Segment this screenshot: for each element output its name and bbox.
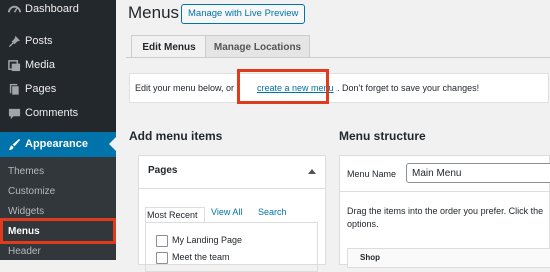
notice-text-after: . Don’t forget to save your changes! <box>337 83 480 93</box>
sidebar-item-appearance[interactable]: Appearance <box>0 132 116 157</box>
notice-text: Edit your menu below, or <box>135 83 235 93</box>
submenu-item-header[interactable]: Header <box>8 246 41 257</box>
dashboard-icon <box>7 2 21 16</box>
media-icon <box>7 58 21 72</box>
sidebar-item-posts[interactable]: Posts <box>0 29 116 54</box>
tab-divider <box>126 57 550 58</box>
sidebar-item-pages[interactable]: Pages <box>0 77 116 102</box>
page-label: My Landing Page <box>172 235 243 245</box>
menu-structure-heading: Menu structure <box>339 129 426 143</box>
drag-help-text: Drag the items into the order you prefer… <box>347 206 544 216</box>
page-title: Menus <box>128 3 180 22</box>
page-checkbox[interactable] <box>156 252 168 264</box>
sidebar-item-label: Pages <box>25 83 57 95</box>
page-checkbox[interactable] <box>156 235 168 247</box>
menu-structure-panel: Menu Name Main Menu Drag the items into … <box>339 155 550 268</box>
pages-panel: Pages Most Recent View All Search My Lan… <box>138 155 326 272</box>
tab-manage-locations[interactable]: Manage Locations <box>205 35 310 58</box>
comment-icon <box>7 106 21 120</box>
sidebar-item-comments[interactable]: Comments <box>0 101 116 126</box>
pages-panel-header[interactable]: Pages <box>139 156 325 189</box>
drag-help-text-2: options. <box>347 219 379 229</box>
submenu-item-widgets[interactable]: Widgets <box>8 206 44 217</box>
add-menu-items-heading: Add menu items <box>129 129 223 143</box>
sidebar-item-media[interactable]: Media <box>0 53 116 78</box>
caret-up-icon <box>308 169 316 174</box>
menu-item-shop[interactable]: Shop <box>347 248 550 268</box>
sidebar-item-label: Comments <box>25 107 79 119</box>
panel-divider <box>340 191 550 192</box>
most-recent-panel: My Landing Page Meet the team <box>145 222 318 272</box>
pin-icon <box>7 34 21 48</box>
subtab-view-all[interactable]: View All <box>211 207 242 217</box>
current-menu-arrow <box>109 137 116 151</box>
sidebar-item-label: Posts <box>25 35 53 47</box>
subtab-most-recent[interactable]: Most Recent <box>145 207 205 223</box>
subtab-search[interactable]: Search <box>258 207 287 217</box>
live-preview-button[interactable]: Manage with Live Preview <box>181 4 306 24</box>
menu-name-input[interactable]: Main Menu <box>406 163 550 183</box>
sidebar-item-label: Appearance <box>25 138 88 150</box>
page-icon <box>7 82 21 96</box>
page-label: Meet the team <box>172 252 230 262</box>
menus-highlight-box <box>0 218 116 244</box>
pages-panel-title: Pages <box>148 165 178 176</box>
tab-edit-menus[interactable]: Edit Menus <box>131 35 207 58</box>
menu-item-label: Shop <box>360 253 380 262</box>
submenu-item-themes[interactable]: Themes <box>8 166 44 177</box>
main-content: Menus Manage with Live Preview Edit Menu… <box>116 0 550 272</box>
sidebar-item-dashboard[interactable]: Dashboard <box>0 0 116 22</box>
sidebar-item-label: Dashboard <box>25 3 79 15</box>
submenu-item-customize[interactable]: Customize <box>8 186 55 197</box>
sidebar-item-label: Media <box>25 59 55 71</box>
brush-icon <box>7 137 21 151</box>
create-menu-highlight-box <box>237 69 329 104</box>
menu-name-label: Menu Name <box>347 169 397 179</box>
notice-box: Edit your menu below, or create a new me… <box>129 73 549 103</box>
admin-sidebar: Dashboard Posts Media Pages Comments App… <box>0 0 116 260</box>
appearance-submenu: Themes Customize Widgets Menus Header <box>0 157 116 260</box>
